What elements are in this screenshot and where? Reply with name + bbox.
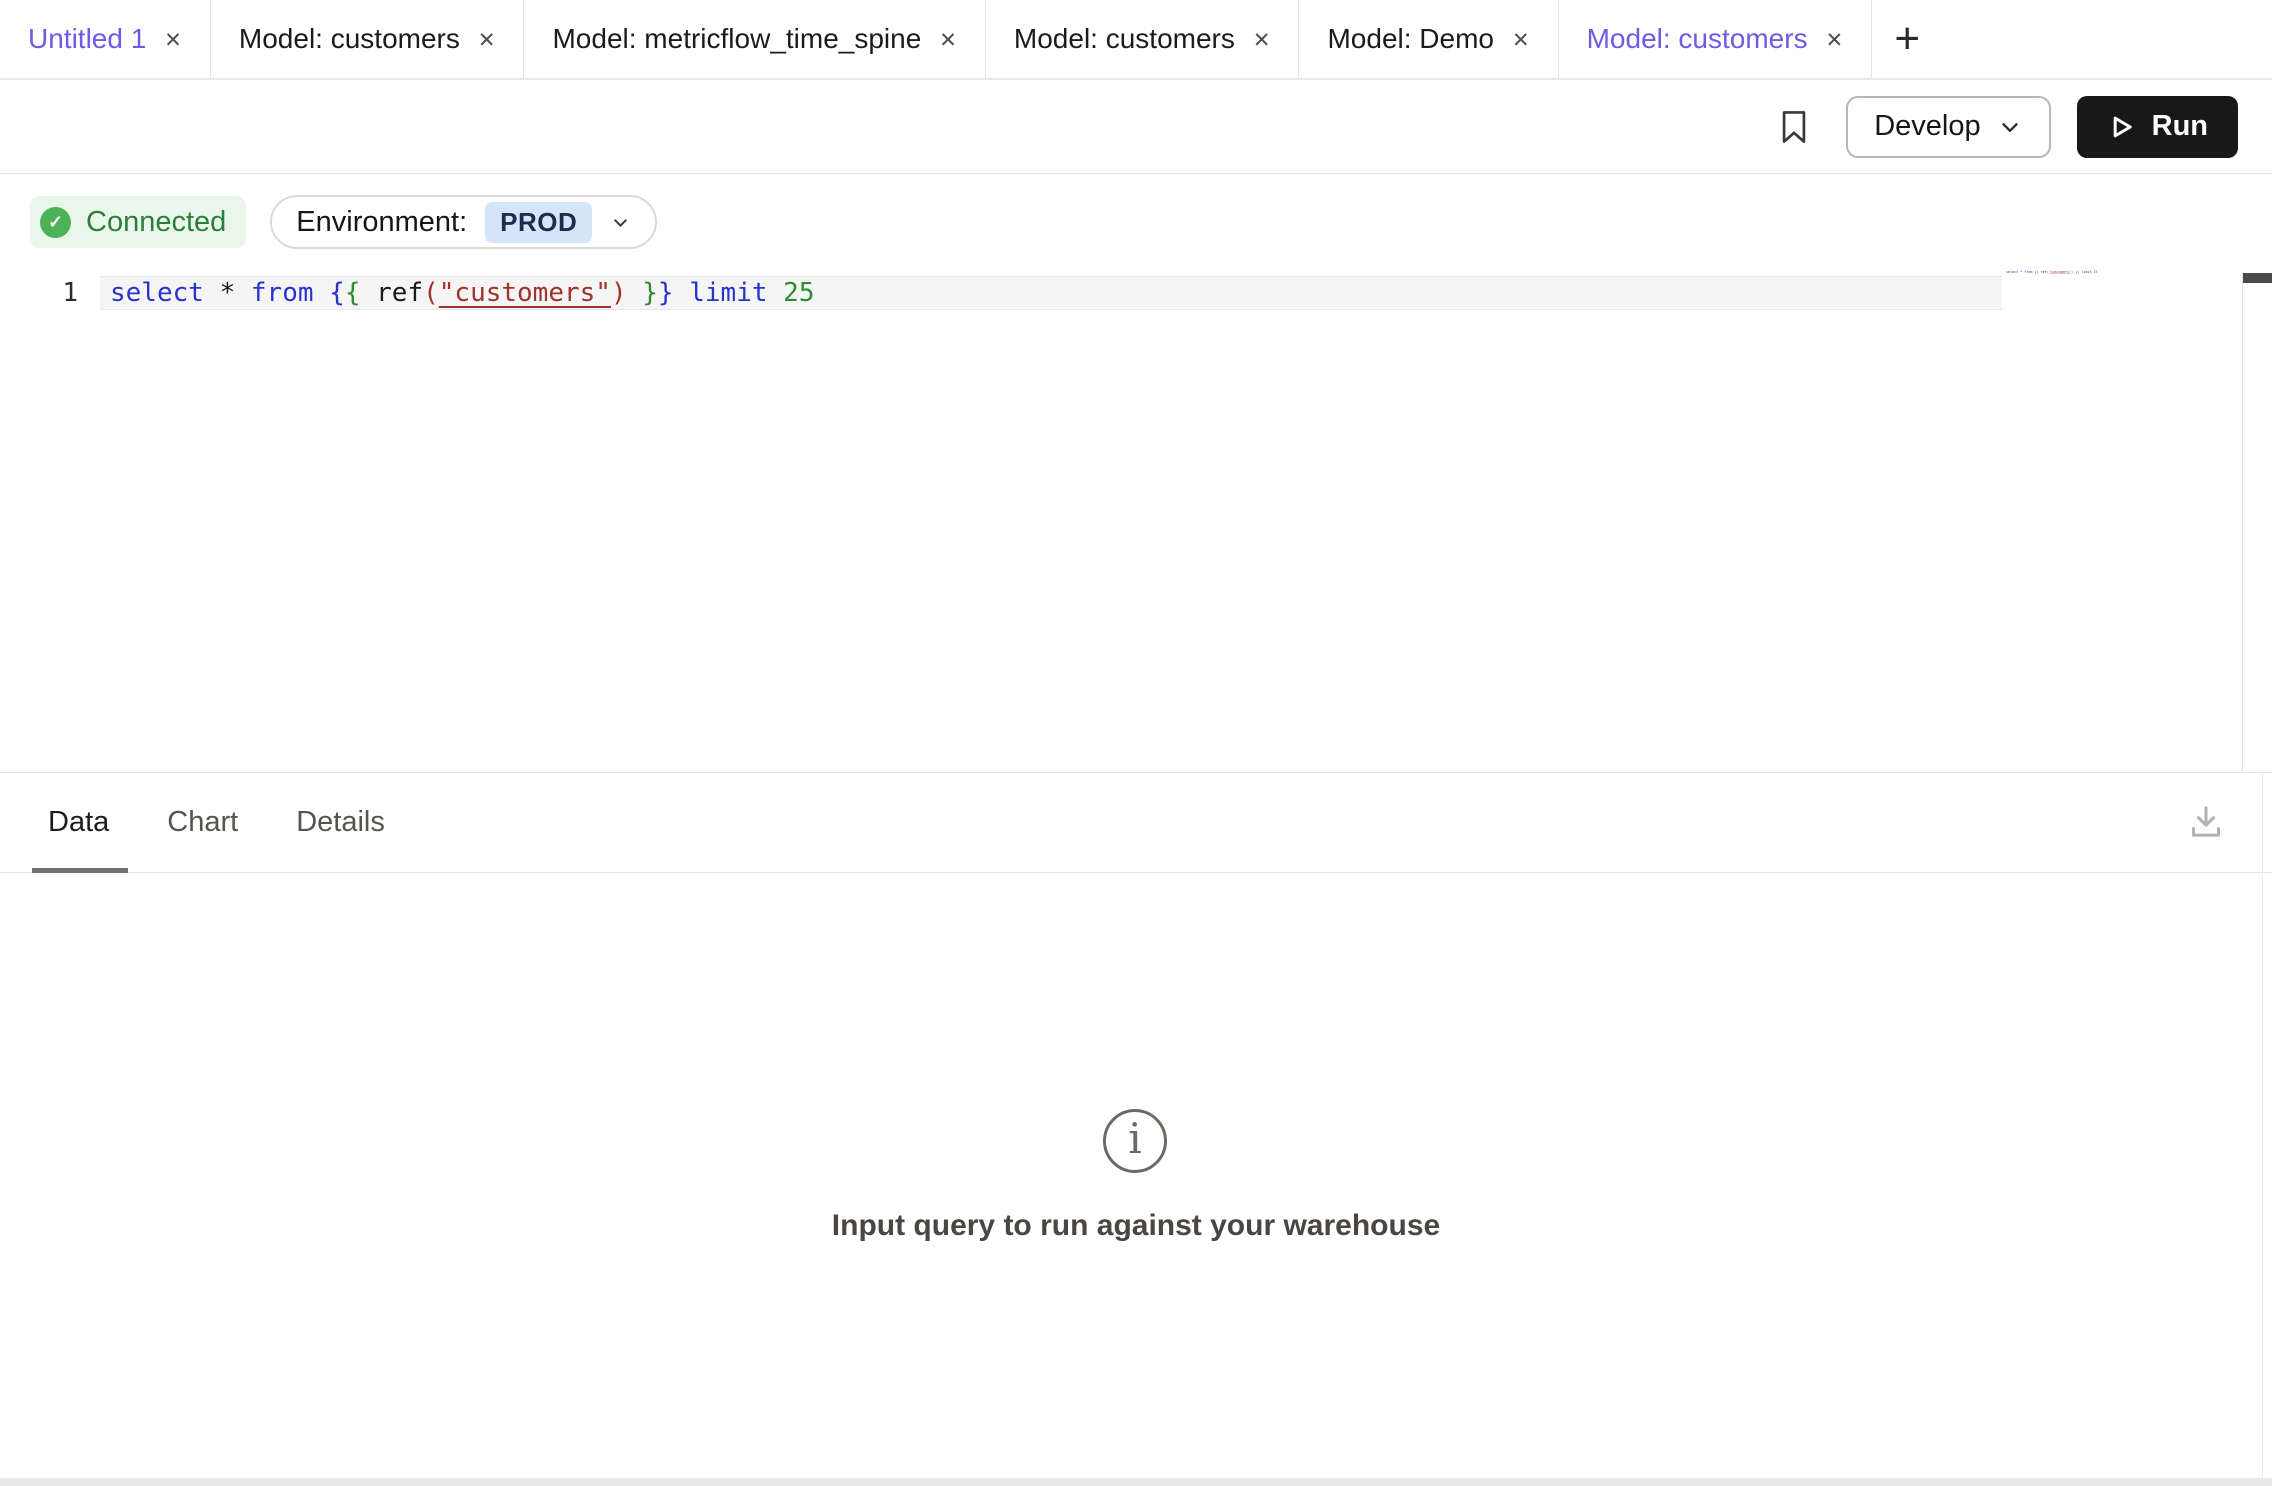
bookmark-button[interactable] <box>1780 108 1808 146</box>
editor-tab[interactable]: Model: customers ✕ <box>211 0 525 78</box>
code-token: "customers" <box>439 278 611 308</box>
tab-label: Model: Demo <box>1327 23 1494 55</box>
develop-dropdown[interactable]: Develop <box>1846 96 2050 158</box>
code-token: select <box>110 278 204 308</box>
connection-status-badge: ✓ Connected <box>30 196 246 248</box>
tab-label: Model: metricflow_time_spine <box>552 23 921 55</box>
tab-close-icon[interactable]: ✕ <box>939 28 957 51</box>
code-token: ( <box>423 278 439 308</box>
tab-label: Model: customers <box>239 23 460 55</box>
code-token: { <box>345 278 361 308</box>
develop-label: Develop <box>1874 110 1980 143</box>
tab-close-icon[interactable]: ✕ <box>478 28 496 51</box>
run-button[interactable]: Run <box>2077 96 2238 158</box>
sql-editor[interactable]: 1 select * from {{ ref("customers") }} l… <box>0 270 2272 772</box>
empty-state-message: Input query to run against your warehous… <box>0 1209 2272 1243</box>
code-token: 25 <box>2094 270 2098 274</box>
code-token <box>768 278 784 308</box>
status-row: ✓ Connected Environment: PROD <box>0 174 2272 270</box>
chevron-down-icon <box>1997 114 2023 140</box>
editor-tabs: Untitled 1✕Model: customers✕Model: metri… <box>0 0 1872 78</box>
code-token: { <box>329 278 345 308</box>
code-token: } <box>642 278 658 308</box>
environment-selector[interactable]: Environment: PROD <box>270 195 657 249</box>
info-icon: i <box>1103 1109 1167 1173</box>
editor-scrollbar-thumb[interactable] <box>2243 273 2272 283</box>
chevron-down-icon <box>610 212 631 233</box>
code-token <box>360 278 376 308</box>
tab-close-icon[interactable]: ✕ <box>1512 28 1530 51</box>
code-token: * <box>220 278 236 308</box>
editor-tab[interactable]: Model: customers ✕ <box>986 0 1300 78</box>
code-token: } <box>658 278 674 308</box>
tab-label: Untitled 1 <box>28 23 146 55</box>
code-token <box>235 278 251 308</box>
tab-close-icon[interactable]: ✕ <box>164 28 182 51</box>
environment-value-chip: PROD <box>485 202 592 243</box>
app-window: Untitled 1✕Model: customers✕Model: metri… <box>0 0 2272 1486</box>
results-panel: DataChartDetails i Input query to run ag… <box>0 772 2272 1478</box>
bookmark-icon <box>1780 108 1808 146</box>
minimap-line: select * from {{ ref("customers") }} lim… <box>2006 270 2037 274</box>
code-line[interactable]: select * from {{ ref("customers") }} lim… <box>110 276 814 310</box>
code-token: "customers" <box>2049 270 2071 274</box>
new-tab-button[interactable]: + <box>1872 0 1942 78</box>
code-token: from <box>2024 270 2032 274</box>
editor-tab[interactable]: Untitled 1 ✕ <box>0 0 211 78</box>
panel-right-divider <box>2262 773 2263 1479</box>
code-token: ref <box>376 278 423 308</box>
line-number: 1 <box>0 276 78 310</box>
editor-tab[interactable]: Model: metricflow_time_spine ✕ <box>524 0 985 78</box>
code-token: select <box>2006 270 2018 274</box>
tab-close-icon[interactable]: ✕ <box>1826 28 1844 51</box>
results-empty-state: i Input query to run against your wareho… <box>0 773 2272 1478</box>
editor-minimap[interactable]: select * from {{ ref("customers") }} lim… <box>2006 270 2246 310</box>
environment-label: Environment: <box>296 206 467 239</box>
play-icon <box>2107 112 2137 142</box>
bottom-edge-strip <box>0 1478 2272 1486</box>
code-token: limit <box>689 278 767 308</box>
code-token: from <box>251 278 314 308</box>
editor-tab[interactable]: Model: customers ✕ <box>1559 0 1873 78</box>
run-label: Run <box>2152 110 2208 143</box>
code-token: 25 <box>783 278 814 308</box>
code-token <box>627 278 643 308</box>
editor-tab[interactable]: Model: Demo ✕ <box>1299 0 1558 78</box>
code-token <box>674 278 690 308</box>
code-token: limit <box>2081 270 2091 274</box>
connected-label: Connected <box>86 206 226 239</box>
code-token: ) <box>611 278 627 308</box>
tab-label: Model: customers <box>1587 23 1808 55</box>
check-icon: ✓ <box>40 207 71 238</box>
tab-label: Model: customers <box>1014 23 1235 55</box>
plus-icon: + <box>1894 14 1920 64</box>
tab-close-icon[interactable]: ✕ <box>1253 28 1271 51</box>
code-token <box>314 278 330 308</box>
toolbar: Develop Run <box>0 80 2272 174</box>
editor-tab-bar: Untitled 1✕Model: customers✕Model: metri… <box>0 0 2272 80</box>
editor-scrollbar-track[interactable] <box>2242 272 2243 772</box>
code-token <box>204 278 220 308</box>
